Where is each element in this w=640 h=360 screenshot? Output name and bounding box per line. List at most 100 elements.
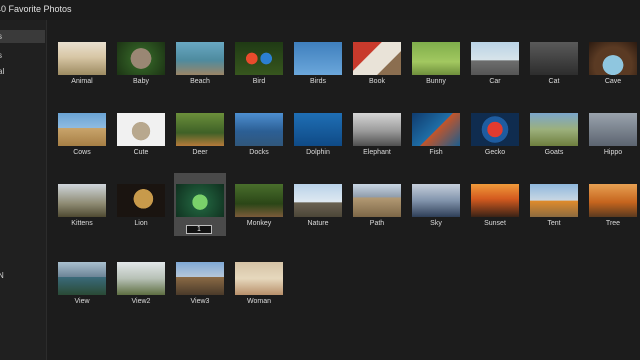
sidebar-selection-highlight: [0, 30, 45, 43]
photo-thumbnail[interactable]: [117, 262, 165, 295]
photo-tile[interactable]: Cute: [115, 111, 167, 167]
photo-tile[interactable]: View3: [174, 260, 226, 316]
photo-label: Sunset: [484, 220, 506, 227]
photo-tile[interactable]: Tent: [528, 182, 580, 238]
photo-thumbnail[interactable]: [58, 262, 106, 295]
photo-thumbnail[interactable]: [235, 113, 283, 146]
photo-thumbnail[interactable]: [412, 42, 460, 75]
photo-thumbnail[interactable]: [294, 184, 342, 217]
photo-label: Gecko: [484, 149, 506, 156]
photo-tile[interactable]: Cows: [56, 111, 108, 167]
sidebar-item-1[interactable]: s: [0, 32, 2, 41]
photo-tile[interactable]: Beach: [174, 40, 226, 96]
photo-tile[interactable]: Dolphin: [292, 111, 344, 167]
photo-tile[interactable]: Hippo: [587, 111, 639, 167]
photo-thumbnail[interactable]: [294, 113, 342, 146]
photo-label: Bird: [252, 78, 266, 85]
photo-thumbnail[interactable]: [471, 42, 519, 75]
photo-tile[interactable]: Nature: [292, 182, 344, 238]
photo-thumbnail[interactable]: [235, 262, 283, 295]
photo-label: View: [74, 298, 90, 305]
photo-thumbnail[interactable]: [117, 42, 165, 75]
photo-tile[interactable]: Car: [469, 40, 521, 96]
photo-tile[interactable]: Bird: [233, 40, 285, 96]
photo-tile[interactable]: Cat: [528, 40, 580, 96]
photo-label: Tent: [547, 220, 561, 227]
photo-label: Path: [369, 220, 385, 227]
photo-thumbnail[interactable]: [117, 113, 165, 146]
photo-thumbnail[interactable]: [471, 184, 519, 217]
photo-tile[interactable]: Elephant: [351, 111, 403, 167]
photo-label: Hippo: [603, 149, 623, 156]
photo-thumbnail[interactable]: [589, 42, 637, 75]
photo-tile[interactable]: 1: [174, 173, 226, 236]
photo-tile[interactable]: Monkey: [233, 182, 285, 238]
photo-label: Sky: [430, 220, 442, 227]
photo-thumbnail[interactable]: [353, 113, 401, 146]
photo-tile[interactable]: Kittens: [56, 182, 108, 238]
photo-tile[interactable]: Cave: [587, 40, 639, 96]
photo-tile[interactable]: Fish: [410, 111, 462, 167]
photo-tile[interactable]: View2: [115, 260, 167, 316]
photo-label: Bunny: [426, 78, 446, 85]
photo-tile[interactable]: Birds: [292, 40, 344, 96]
photo-thumbnail[interactable]: [176, 42, 224, 75]
photo-thumbnail[interactable]: [58, 42, 106, 75]
photo-label: Beach: [190, 78, 210, 85]
photo-tile[interactable]: Sunset: [469, 182, 521, 238]
photo-thumbnail[interactable]: [589, 184, 637, 217]
photo-tile[interactable]: Book: [351, 40, 403, 96]
photo-label: Car: [489, 78, 501, 85]
photo-thumbnail[interactable]: [589, 113, 637, 146]
photo-thumbnail[interactable]: [530, 184, 578, 217]
photo-tile[interactable]: Sky: [410, 182, 462, 238]
photo-label: Cute: [133, 149, 149, 156]
photo-label: Goats: [544, 149, 564, 156]
photo-thumbnail[interactable]: [412, 113, 460, 146]
photo-thumbnail[interactable]: [58, 113, 106, 146]
photo-tile[interactable]: Gecko: [469, 111, 521, 167]
photo-thumbnail[interactable]: [530, 113, 578, 146]
photo-label: Kittens: [71, 220, 93, 227]
photo-tile[interactable]: Path: [351, 182, 403, 238]
photo-label: Dolphin: [306, 149, 330, 156]
sidebar-item-4[interactable]: N: [0, 271, 4, 280]
photo-tile[interactable]: Docks: [233, 111, 285, 167]
photo-thumbnail[interactable]: [471, 113, 519, 146]
photo-thumbnail[interactable]: [353, 184, 401, 217]
photo-tile[interactable]: Tree: [587, 182, 639, 238]
photo-thumbnail[interactable]: [530, 42, 578, 75]
photo-tile[interactable]: Deer: [174, 111, 226, 167]
photo-label: Fish: [429, 149, 443, 156]
photo-thumbnail[interactable]: [176, 262, 224, 295]
sidebar: s s al N: [0, 20, 47, 360]
photo-tile[interactable]: Woman: [233, 260, 285, 316]
photo-label: Cat: [548, 78, 560, 85]
photo-tile[interactable]: Bunny: [410, 40, 462, 96]
sidebar-item-2[interactable]: s: [0, 51, 2, 60]
sidebar-item-3[interactable]: al: [0, 67, 4, 76]
title-bar: 40 Favorite Photos: [0, 0, 640, 20]
photo-thumbnail[interactable]: [412, 184, 460, 217]
photo-label: Woman: [247, 298, 271, 305]
photo-thumbnail[interactable]: [353, 42, 401, 75]
photo-thumbnail[interactable]: [294, 42, 342, 75]
rename-input[interactable]: 1: [186, 225, 212, 234]
photo-thumbnail[interactable]: [235, 184, 283, 217]
photo-label: Animal: [71, 78, 93, 85]
photo-label: Deer: [192, 149, 208, 156]
photo-thumbnail[interactable]: [176, 184, 224, 217]
photo-label: Monkey: [246, 220, 272, 227]
photo-label: Cave: [604, 78, 622, 85]
photo-tile[interactable]: View: [56, 260, 108, 316]
photo-tile[interactable]: Lion: [115, 182, 167, 238]
photo-label: View2: [131, 298, 151, 305]
photo-tile[interactable]: Animal: [56, 40, 108, 96]
photo-thumbnail[interactable]: [58, 184, 106, 217]
photo-thumbnail[interactable]: [117, 184, 165, 217]
photo-label: Cows: [73, 149, 91, 156]
photo-tile[interactable]: Baby: [115, 40, 167, 96]
photo-thumbnail[interactable]: [235, 42, 283, 75]
photo-tile[interactable]: Goats: [528, 111, 580, 167]
photo-thumbnail[interactable]: [176, 113, 224, 146]
